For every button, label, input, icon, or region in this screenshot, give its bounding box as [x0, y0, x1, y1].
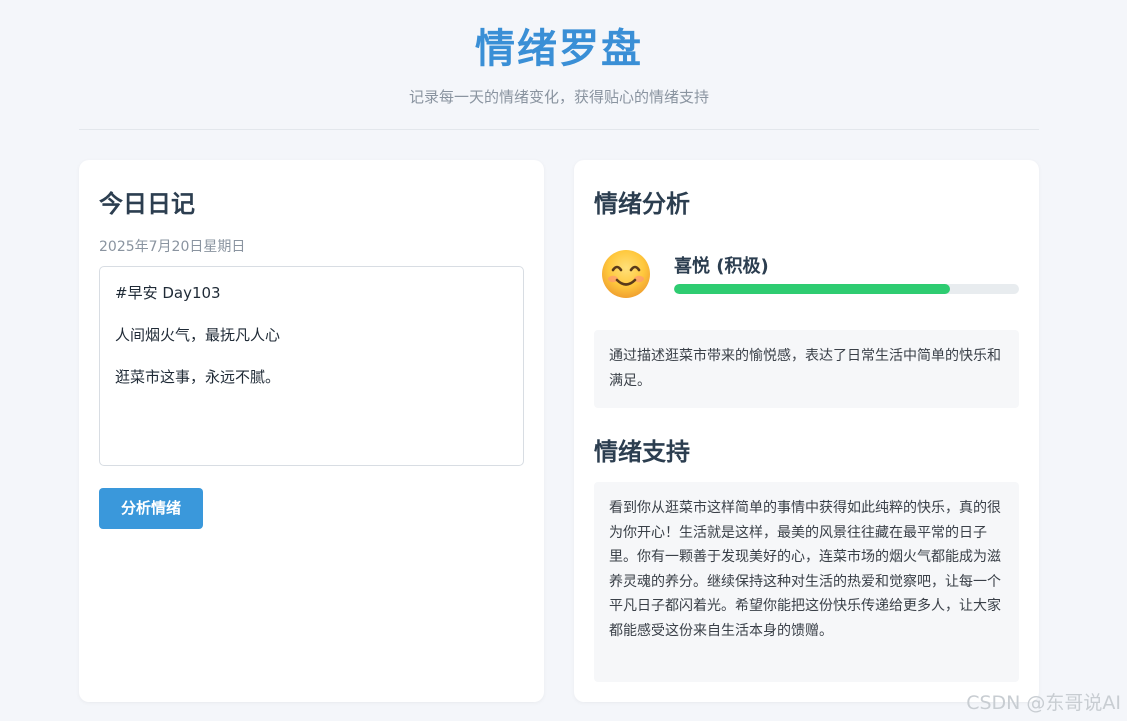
app-title: 情绪罗盘	[475, 26, 643, 72]
diary-line: 逛菜市这事，永远不腻。	[115, 368, 281, 386]
analysis-title: 情绪分析	[594, 190, 690, 218]
emotion-score-fill	[674, 284, 950, 294]
diary-line: 人间烟火气，最抚凡人心	[115, 326, 281, 344]
page: 情绪罗盘 记录每一天的情绪变化，获得贴心的情绪支持 今日日记 2025年7月20…	[0, 0, 1127, 721]
app-header: 情绪罗盘 记录每一天的情绪变化，获得贴心的情绪支持	[79, 0, 1039, 130]
watermark: CSDN @东哥说AI	[966, 692, 1121, 714]
emotion-label: 喜悦 (积极)	[674, 256, 769, 277]
diary-title: 今日日记	[99, 190, 195, 218]
diary-textarea[interactable]: #早安 Day103 人间烟火气，最抚凡人心 逛菜市这事，永远不腻。	[99, 266, 524, 466]
diary-line: #早安 Day103	[115, 284, 221, 302]
app-subtitle: 记录每一天的情绪变化，获得贴心的情绪支持	[408, 88, 709, 106]
support-message: 看到你从逛菜市这样简单的事情中获得如此纯粹的快乐，真的很为你开心！生活就是这样，…	[594, 482, 1019, 682]
diary-card: 今日日记 2025年7月20日星期日 #早安 Day103 人间烟火气，最抚凡人…	[79, 160, 544, 702]
analyze-emotion-button[interactable]: 分析情绪	[99, 488, 203, 529]
diary-date: 2025年7月20日星期日	[99, 239, 246, 255]
support-title: 情绪支持	[594, 438, 690, 466]
analysis-summary: 通过描述逛菜市带来的愉悦感，表达了日常生活中简单的快乐和满足。	[594, 330, 1019, 408]
analysis-card: 情绪分析 喜悦 (积极) 通过描述逛菜市带来的愉悦感，表达了日常生活中简单的快乐…	[574, 160, 1039, 702]
smiling-face-icon	[600, 248, 652, 300]
emotion-score-bar	[674, 284, 1019, 294]
